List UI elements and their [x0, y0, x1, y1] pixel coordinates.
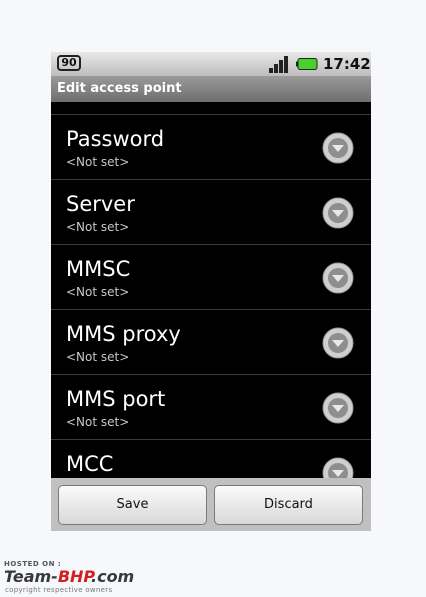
item-title: MMSC — [66, 257, 131, 281]
list-item-password[interactable]: Password <Not set> — [51, 114, 371, 178]
list-item-mms-port[interactable]: MMS port <Not set> — [51, 374, 371, 438]
logo-part-com: .com — [91, 567, 135, 586]
button-bar: Save Discard — [51, 478, 371, 531]
list-item-mms-proxy[interactable]: MMS proxy <Not set> — [51, 309, 371, 373]
item-title: Password — [66, 127, 165, 151]
item-title: MMS proxy — [66, 322, 181, 346]
item-title: MMS port — [66, 387, 166, 411]
item-title: Server — [66, 192, 135, 216]
chevron-down-icon — [322, 392, 354, 424]
chevron-down-icon — [322, 197, 354, 229]
battery-icon — [296, 58, 318, 70]
clock: 17:42 — [323, 55, 371, 73]
item-title: MCC — [66, 452, 114, 476]
item-value: <Not set> — [66, 415, 130, 429]
status-bar: 90 17:42 — [51, 52, 371, 76]
title-bar: Edit access point — [51, 76, 371, 102]
settings-list[interactable]: Password <Not set> Server <Not set> MMSC… — [51, 102, 371, 478]
watermark-copyright: copyright respective owners — [5, 586, 113, 594]
item-value: <Not set> — [66, 350, 130, 364]
list-item-server[interactable]: Server <Not set> — [51, 179, 371, 243]
page-title: Edit access point — [57, 81, 182, 96]
chevron-down-icon — [322, 132, 354, 164]
list-item-mmsc[interactable]: MMSC <Not set> — [51, 244, 371, 308]
item-value: <Not set> — [66, 285, 130, 299]
discard-button[interactable]: Discard — [214, 485, 363, 525]
chevron-down-icon — [322, 457, 354, 478]
signal-icon — [269, 56, 288, 73]
chevron-down-icon — [322, 262, 354, 294]
watermark-logo: Team-BHP.com — [4, 567, 134, 586]
logo-part-team: Team- — [4, 567, 58, 586]
logo-part-bhp: BHP — [57, 567, 91, 586]
phone-screen: 90 17:42 Edit access point Password <Not… — [51, 52, 371, 531]
item-value: <Not set> — [66, 155, 130, 169]
save-button[interactable]: Save — [58, 485, 207, 525]
notification-badge[interactable]: 90 — [57, 55, 81, 71]
item-value: <Not set> — [66, 220, 130, 234]
chevron-down-icon — [322, 327, 354, 359]
list-item-mcc[interactable]: MCC — [51, 439, 371, 478]
